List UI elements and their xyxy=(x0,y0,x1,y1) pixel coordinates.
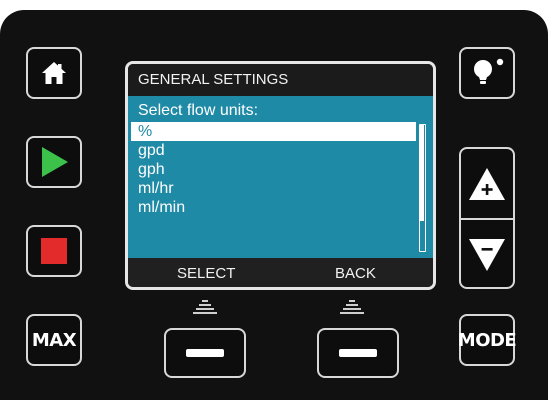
mode-button[interactable]: MODE xyxy=(457,314,517,366)
select-soft-key[interactable] xyxy=(164,328,246,378)
back-soft-label: BACK xyxy=(335,265,376,282)
list-item-gpd[interactable]: gpd xyxy=(128,141,416,160)
pump-control-panel: MAX MODE GENERAL SETTINGS Select flow un… xyxy=(0,10,548,400)
triangle-plus-icon xyxy=(469,167,505,200)
max-button[interactable]: MAX xyxy=(26,314,82,366)
play-icon xyxy=(42,147,68,177)
stop-icon xyxy=(41,238,67,264)
select-soft-label: SELECT xyxy=(177,265,236,282)
right-soft-key-marker xyxy=(340,300,364,318)
screen-prompt: Select flow units: xyxy=(138,102,259,119)
back-soft-key[interactable] xyxy=(317,328,399,378)
list-item-ml-hr[interactable]: ml/hr xyxy=(128,179,416,198)
list-item-percent[interactable]: % xyxy=(131,122,416,141)
increase-button[interactable] xyxy=(461,149,513,218)
minus-bar-icon xyxy=(186,349,224,357)
run-button[interactable] xyxy=(26,136,82,188)
screen-body: Select flow units: % gpd gph ml/hr ml/mi… xyxy=(128,96,433,258)
triangle-minus-icon xyxy=(469,238,505,271)
scrollbar[interactable] xyxy=(419,124,426,252)
max-button-label: MAX xyxy=(31,329,77,351)
up-down-rocker xyxy=(459,147,515,289)
lcd-screen: GENERAL SETTINGS Select flow units: % gp… xyxy=(125,61,436,290)
mode-button-label: MODE xyxy=(457,329,517,351)
list-item-ml-min[interactable]: ml/min xyxy=(128,198,416,217)
lightbulb-icon xyxy=(474,58,504,84)
flow-units-list: % gpd gph ml/hr ml/min xyxy=(128,122,416,217)
home-button[interactable] xyxy=(26,47,82,99)
left-soft-key-marker xyxy=(193,300,217,318)
stop-button[interactable] xyxy=(26,225,82,277)
info-button[interactable] xyxy=(459,47,515,99)
soft-key-labels: SELECT BACK xyxy=(128,258,433,287)
home-icon xyxy=(42,62,66,84)
scrollbar-thumb[interactable] xyxy=(420,125,424,221)
screen-title: GENERAL SETTINGS xyxy=(128,64,433,96)
decrease-button[interactable] xyxy=(461,218,513,287)
list-item-gph[interactable]: gph xyxy=(128,160,416,179)
minus-bar-icon xyxy=(339,349,377,357)
